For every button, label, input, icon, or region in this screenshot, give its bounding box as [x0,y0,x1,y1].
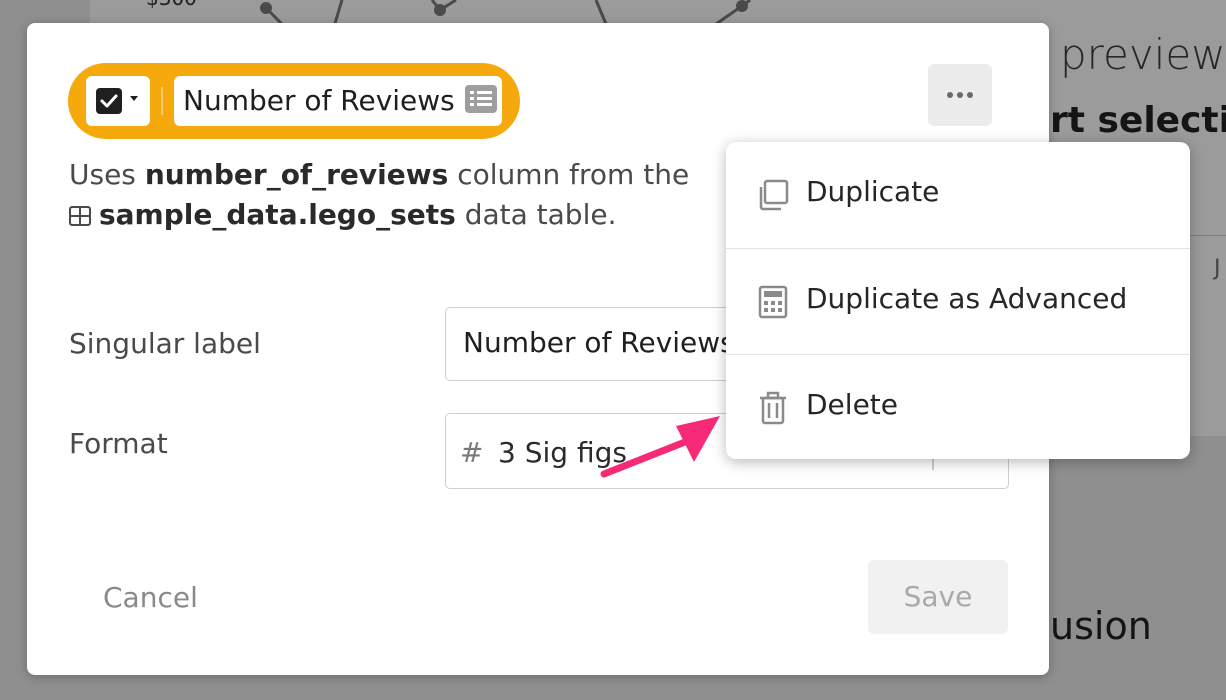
column-name: number_of_reviews [144,158,449,191]
more-options-menu: Duplicate Duplicate as Advanced Delete [726,142,1190,459]
background-price-tick: $300 — [146,0,223,10]
menu-item-label: Duplicate [806,175,940,208]
description-prefix: Uses [69,158,136,191]
menu-item-delete[interactable]: Delete [726,354,1190,459]
background-j-text: J [1214,256,1221,281]
number-format-icon: # [460,436,484,469]
metric-description: Uses number_of_reviews column from the s… [69,155,749,235]
singular-label-label: Singular label [69,327,261,360]
background-preview-heading: preview [1060,30,1226,79]
menu-item-duplicate[interactable]: Duplicate [726,142,1190,246]
trash-icon [760,391,786,425]
background-divider [1190,235,1226,236]
checkmark-icon [100,94,118,108]
menu-item-label: Delete [806,388,898,421]
description-middle: column from the [457,158,690,191]
description-suffix: data table. [464,198,617,231]
metric-name: Number of Reviews [183,84,455,117]
menu-item-label: Duplicate as Advanced [806,282,1128,315]
calculator-icon [758,285,788,319]
format-label: Format [69,427,168,460]
table-icon [69,206,91,226]
metric-name-chip[interactable]: Number of Reviews [174,76,502,126]
background-selection-heading: rt selection [1050,100,1226,141]
copy-icon [759,179,789,211]
background-fusion-text: usion [1050,604,1152,648]
save-button[interactable]: Save [868,560,1008,634]
singular-label-value: Number of Reviews [463,326,735,359]
more-options-button[interactable] [928,64,992,126]
table-name: sample_data.lego_sets [99,198,456,231]
metric-checkbox-dropdown[interactable] [86,76,150,126]
metric-pill: Number of Reviews [68,63,520,139]
menu-item-duplicate-advanced[interactable]: Duplicate as Advanced [726,248,1190,353]
annotation-arrow-icon [600,416,720,478]
ellipsis-icon [947,92,973,98]
pill-separator [161,87,163,115]
cancel-button[interactable]: Cancel [83,573,223,623]
checkbox-checked[interactable] [96,88,122,114]
list-icon [465,85,497,113]
caret-down-icon [130,96,138,101]
